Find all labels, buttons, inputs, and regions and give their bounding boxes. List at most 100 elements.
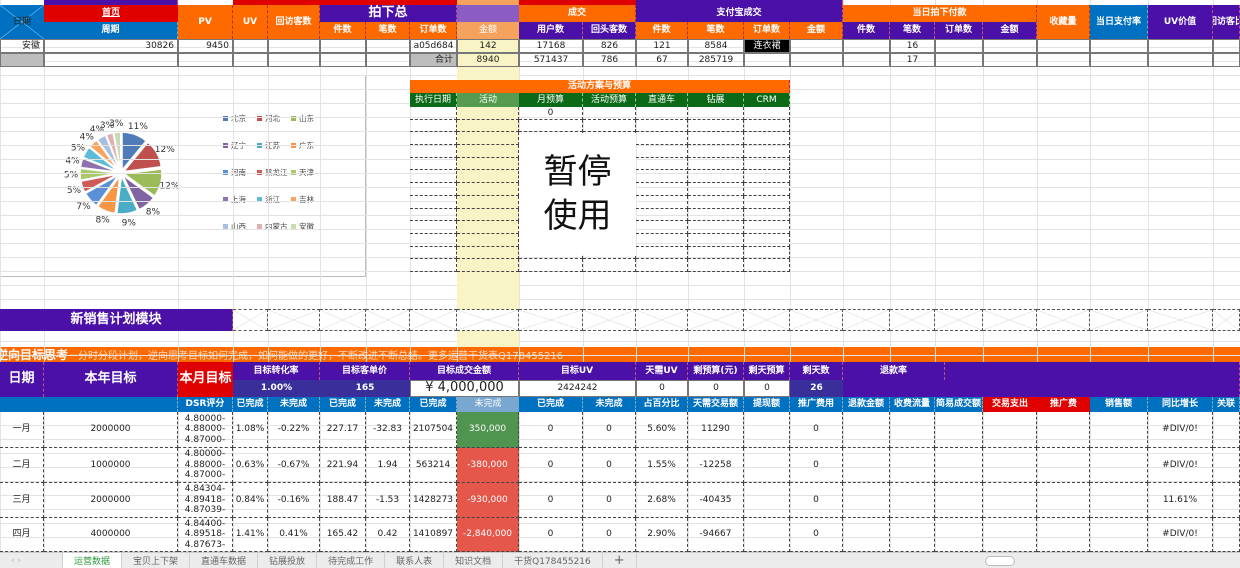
activity-cell[interactable] [457,221,519,234]
plan-cell[interactable]: 2.68% [636,483,688,518]
plan-subheader[interactable]: 交易支出 [983,397,1037,412]
plan-subheader[interactable]: 占百分比 [636,397,688,412]
placeholder-cell[interactable] [790,309,843,331]
plan-cell[interactable] [744,448,790,483]
placeholder-cell[interactable] [268,309,320,331]
plan-value-target-uv[interactable]: 2424242 [519,380,636,397]
activity-cell[interactable] [636,259,688,273]
plan-subheader[interactable]: 同比增长 [1148,397,1213,412]
data-cell[interactable]: 8584 [688,39,744,53]
plan-cell[interactable] [744,518,790,552]
data-cell[interactable] [1213,53,1240,67]
placeholder-cell[interactable] [890,309,935,331]
dsr-score[interactable]: 4.84400- 4.89518- 4.87673- [178,518,233,552]
activity-cell[interactable] [410,246,457,260]
plan-cell[interactable]: 1410897 [410,518,457,552]
plan-cell[interactable] [983,483,1037,518]
activity-cell[interactable] [744,119,790,133]
activity-header[interactable]: CRM [744,93,790,107]
plan-cell[interactable]: #DIV/0! [1148,412,1213,448]
header-today-paid[interactable]: 当日拍下付款 [843,5,1037,22]
plan-cell[interactable] [935,518,983,552]
activity-cell[interactable] [410,259,457,273]
activity-cell[interactable] [744,221,790,234]
plan-cell[interactable]: 0 [583,448,636,483]
horizontal-scrollbar[interactable] [985,556,1015,566]
activity-cell[interactable] [688,208,744,222]
activity-cell[interactable] [410,208,457,222]
plan-cell[interactable]: 188.47 [320,483,366,518]
plan-cell[interactable]: 0.41% [268,518,320,552]
activity-cell[interactable] [583,107,636,120]
header-deal-sub[interactable]: 回头客数 [583,22,636,39]
activity-header[interactable]: 钻展 [688,93,744,107]
data-cell[interactable]: 安徽 [0,39,44,53]
activity-cell[interactable] [744,259,790,273]
plan-cell[interactable] [890,483,935,518]
dsr-score[interactable]: 4.84304- 4.89418- 4.87039- [178,483,233,518]
activity-title[interactable]: 活动方案与预算 [410,80,790,93]
data-cell[interactable] [268,39,320,53]
activity-cell[interactable] [744,157,790,171]
plan-header-year-target[interactable]: 本年目标 [44,362,178,397]
plan-header-conv-rate[interactable]: 目标转化率 [233,362,320,380]
header-deal[interactable]: 成交 [519,5,636,22]
activity-cell[interactable] [519,119,583,133]
header-blank[interactable] [457,5,519,22]
header-ordered-sub[interactable]: 件数 [320,22,366,39]
plan-header-month-target[interactable]: 本月目标 [178,362,233,397]
activity-cell[interactable] [583,119,636,133]
activity-cell[interactable] [457,246,519,260]
year-target[interactable]: 2000000 [44,483,178,518]
plan-cell[interactable] [935,412,983,448]
data-cell[interactable] [935,53,983,67]
placeholder-cell[interactable] [1090,309,1148,331]
plan-cell[interactable]: #DIV/0! [1148,448,1213,483]
data-cell[interactable]: 8940 [457,53,519,67]
activity-cell[interactable] [457,107,519,120]
placeholder-cell[interactable] [233,309,268,331]
plan-value-conv-rate[interactable]: 1.00% [233,380,320,397]
data-cell[interactable]: 571437 [519,53,583,67]
header-favorites[interactable]: 收藏量 [1037,5,1090,39]
activity-header[interactable]: 活动预算 [583,93,636,107]
data-cell[interactable] [843,39,890,53]
activity-cell[interactable] [457,145,519,158]
plan-cell[interactable] [843,483,890,518]
activity-cell[interactable] [636,107,688,120]
activity-cell[interactable] [410,195,457,209]
plan-subheader[interactable]: 未完成 [268,397,320,412]
activity-cell[interactable] [636,183,688,196]
data-cell[interactable] [1090,53,1148,67]
month-label[interactable]: 四月 [0,518,44,552]
module-title[interactable]: 新销售计划模块 [0,309,233,331]
plan-cell[interactable]: 1.55% [636,448,688,483]
activity-cell[interactable] [583,259,636,273]
plan-subheader[interactable]: 简易成交额 [935,397,983,412]
tab-todo[interactable]: 待完成工作 [317,553,386,568]
placeholder-cell[interactable] [688,309,744,331]
dsr-score[interactable]: 4.80000- 4.88000- 4.87000- [178,412,233,448]
month-label[interactable]: 一月 [0,412,44,448]
data-cell[interactable] [1037,53,1090,67]
plan-value-daily-uv[interactable]: 0 [636,380,688,397]
activity-cell[interactable] [636,132,688,146]
plan-cell[interactable] [983,412,1037,448]
activity-cell[interactable] [457,170,519,184]
tab-ztc-data[interactable]: 直通车数据 [190,553,259,568]
plan-cell[interactable]: 0.63% [233,448,268,483]
activity-cell[interactable] [688,183,744,196]
plan-cell[interactable] [1090,448,1148,483]
plan-cell[interactable]: 2.90% [636,518,688,552]
plan-value-remain-days[interactable]: 26 [790,380,843,397]
header-pv[interactable]: PV [178,5,233,39]
activity-cell[interactable] [636,170,688,184]
year-target[interactable]: 2000000 [44,412,178,448]
data-cell[interactable] [44,53,178,67]
plan-cell[interactable]: 0 [519,518,583,552]
header-ordered-sub[interactable]: 订单数 [410,22,457,39]
placeholder-cell[interactable] [410,309,457,331]
activity-cell[interactable] [744,170,790,184]
plan-cell[interactable] [935,483,983,518]
data-cell[interactable] [0,53,44,67]
